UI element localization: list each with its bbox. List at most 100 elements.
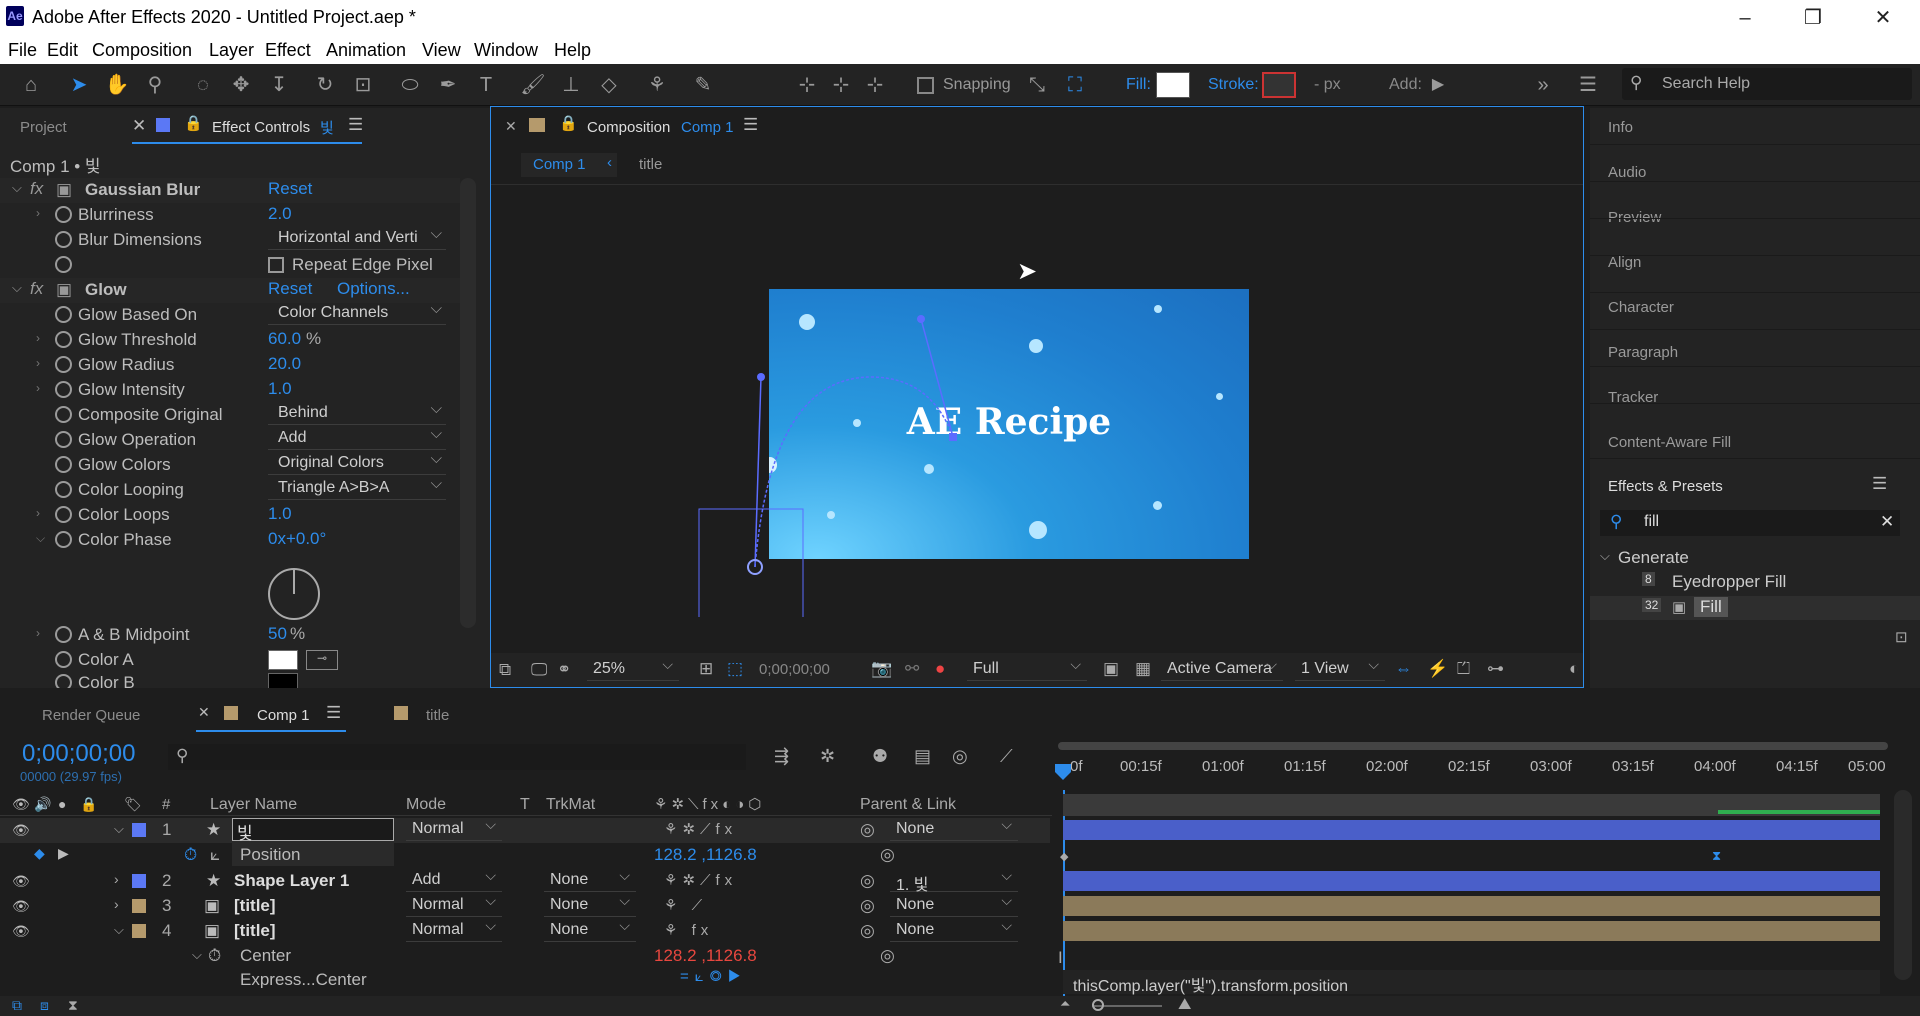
stopwatch-icon[interactable]: ⏱ <box>184 845 197 865</box>
layer-bar-1[interactable] <box>1063 820 1880 840</box>
layer-label-color[interactable] <box>132 924 146 938</box>
close-tab-icon[interactable]: ✕ <box>505 118 517 135</box>
graph-editor-icon[interactable]: ⟋ <box>1000 746 1013 767</box>
layer-switches[interactable]: ⚘✲⟋fx <box>664 820 737 838</box>
tab-project[interactable]: Project <box>20 119 67 136</box>
mask-visibility-icon[interactable]: ⚭ <box>557 660 571 680</box>
local-axis-icon[interactable]: ⊹ <box>794 72 820 98</box>
menu-view[interactable]: View <box>422 40 461 61</box>
layer-name[interactable]: [title] <box>234 921 276 941</box>
stopwatch-icon[interactable] <box>55 531 72 548</box>
resolution-dropdown[interactable]: Full <box>967 656 1087 681</box>
stopwatch-icon[interactable] <box>55 381 72 398</box>
stopwatch-icon[interactable] <box>55 431 72 448</box>
exposure-icon[interactable]: ◐ <box>1569 659 1579 679</box>
glow-threshold-value[interactable]: 60.0 <box>268 329 301 349</box>
ellipse-tool-icon[interactable]: ⬭ <box>397 72 423 98</box>
collapse-chevron-icon[interactable]: ⌵ <box>12 280 22 296</box>
zoom-in-icon[interactable]: ⛰ <box>1178 996 1191 1014</box>
pen-tool-icon[interactable]: ✒ <box>435 72 461 98</box>
always-preview-icon[interactable]: ⧉ <box>499 660 511 680</box>
work-area-bar[interactable] <box>1058 742 1888 750</box>
transparency-grid-icon[interactable]: ⬚ <box>727 659 743 679</box>
blur-dimensions-dropdown[interactable]: Horizontal and Verti <box>268 225 446 250</box>
stopwatch-icon[interactable] <box>55 206 72 223</box>
fx-icon[interactable]: fx <box>30 279 43 299</box>
reset-button[interactable]: Reset <box>268 279 312 299</box>
menu-file[interactable]: File <box>8 40 37 61</box>
channel-icon[interactable]: ● <box>935 659 945 679</box>
panel-character[interactable]: Character <box>1608 299 1674 316</box>
panel-menu-icon[interactable]: ☰ <box>1872 474 1887 494</box>
grid-icon[interactable]: ⊞ <box>699 659 713 679</box>
region-of-interest-icon[interactable]: ▣ <box>1103 659 1119 679</box>
brush-tool-icon[interactable]: 🖌 <box>520 72 546 98</box>
twirl-icon[interactable]: › <box>36 381 40 395</box>
timeline-search-field[interactable]: ⚲ <box>168 744 746 770</box>
options-button[interactable]: Options... <box>337 279 410 299</box>
workspace-icon[interactable]: ☰ <box>1575 72 1601 98</box>
blend-mode-dropdown[interactable]: Normal <box>406 892 502 917</box>
snapping-checkbox[interactable] <box>917 77 934 94</box>
preset-item-fill[interactable]: 32 ▣ Fill <box>1590 596 1920 620</box>
expand-toolbar-icon[interactable]: » <box>1530 72 1556 98</box>
selection-tool-icon[interactable]: ➤ <box>66 72 92 98</box>
twirl-icon[interactable]: › <box>36 331 40 345</box>
time-ruler[interactable]: 0f 00:15f 01:00f 01:15f 02:00f 02:15f 03… <box>1058 750 1888 780</box>
menu-animation[interactable]: Animation <box>326 40 406 61</box>
tab-effect-controls[interactable]: Effect Controls <box>212 119 310 136</box>
add-dropdown-icon[interactable]: ▶ <box>1425 72 1451 98</box>
panel-paragraph[interactable]: Paragraph <box>1608 344 1678 361</box>
trkmat-dropdown[interactable]: None <box>544 867 636 892</box>
menu-help[interactable]: Help <box>554 40 591 61</box>
stopwatch-icon[interactable] <box>55 231 72 248</box>
trkmat-dropdown[interactable]: None <box>544 892 636 917</box>
color-b-swatch[interactable] <box>268 673 298 688</box>
collapse-chevron-icon[interactable]: ⌵ <box>12 180 22 196</box>
center-value[interactable]: 128.2 ,1126.8 <box>654 946 757 966</box>
layer-row-4[interactable]: 👁 ⌵ 4 ▣ [title] Normal None ⚘ fx ◎ None <box>0 917 1050 944</box>
blend-mode-dropdown[interactable]: Add <box>406 867 502 892</box>
pickwhip-icon[interactable]: ◎ <box>860 820 875 840</box>
eye-icon[interactable]: 👁 <box>12 898 30 915</box>
current-time-display[interactable]: 0;00;00;00 <box>759 661 830 678</box>
eye-icon[interactable]: 👁 <box>12 822 30 839</box>
handle-point[interactable] <box>917 315 925 323</box>
eraser-tool-icon[interactable]: ◇ <box>596 72 622 98</box>
twirl-open-icon[interactable]: ⌵ <box>114 821 124 837</box>
keyframe-marker[interactable]: ◆ <box>1060 850 1068 863</box>
next-keyframe-icon[interactable]: ▶ <box>58 845 69 862</box>
layer-switches-toggle-icon[interactable]: ⧉ <box>12 997 22 1014</box>
roto-brush-icon[interactable]: ⚘ <box>644 72 670 98</box>
solo-icon[interactable]: ● <box>58 796 66 812</box>
reset-button[interactable]: Reset <box>268 179 312 199</box>
blend-mode-dropdown[interactable]: Normal <box>406 816 502 841</box>
new-folder-icon[interactable]: ⊡ <box>1895 628 1908 646</box>
panel-content-aware-fill[interactable]: Content-Aware Fill <box>1608 434 1731 451</box>
draft-3d-icon[interactable]: ✲ <box>820 746 835 767</box>
home-icon[interactable]: ⌂ <box>18 72 44 98</box>
panel-menu-icon[interactable]: ☰ <box>326 703 341 723</box>
views-dropdown[interactable]: 1 View <box>1295 656 1385 681</box>
stopwatch-icon[interactable] <box>55 356 72 373</box>
keyframe-nav-icon[interactable]: ◆ <box>34 845 45 862</box>
color-phase-dial[interactable] <box>268 568 320 620</box>
parent-dropdown[interactable]: 1. 빛 <box>890 867 1018 894</box>
composite-original-dropdown[interactable]: Behind <box>268 400 446 425</box>
world-axis-icon[interactable]: ⊹ <box>828 72 854 98</box>
close-window-button[interactable]: ✕ <box>1860 2 1906 34</box>
scrollbar[interactable] <box>460 178 476 628</box>
layer-switches[interactable]: ⚘✲⟋fx <box>664 871 737 889</box>
snap-edges-icon[interactable]: ⤡ <box>1024 72 1050 98</box>
twirl-icon[interactable]: › <box>36 626 40 640</box>
layer-name[interactable]: [title] <box>234 896 276 916</box>
stopwatch-icon[interactable] <box>55 256 72 273</box>
glow-based-on-dropdown[interactable]: Color Channels <box>268 300 446 325</box>
stopwatch-icon[interactable] <box>55 456 72 473</box>
toggle-pixel-aspect-icon[interactable]: ⇔ <box>1395 659 1412 679</box>
dolly-camera-icon[interactable]: ↧ <box>266 72 292 98</box>
layer-name[interactable]: Shape Layer 1 <box>234 871 349 891</box>
render-time-icon[interactable]: ⧗ <box>68 997 78 1014</box>
eye-icon[interactable]: 👁 <box>12 873 30 890</box>
ab-midpoint-value[interactable]: 50 <box>268 624 287 644</box>
